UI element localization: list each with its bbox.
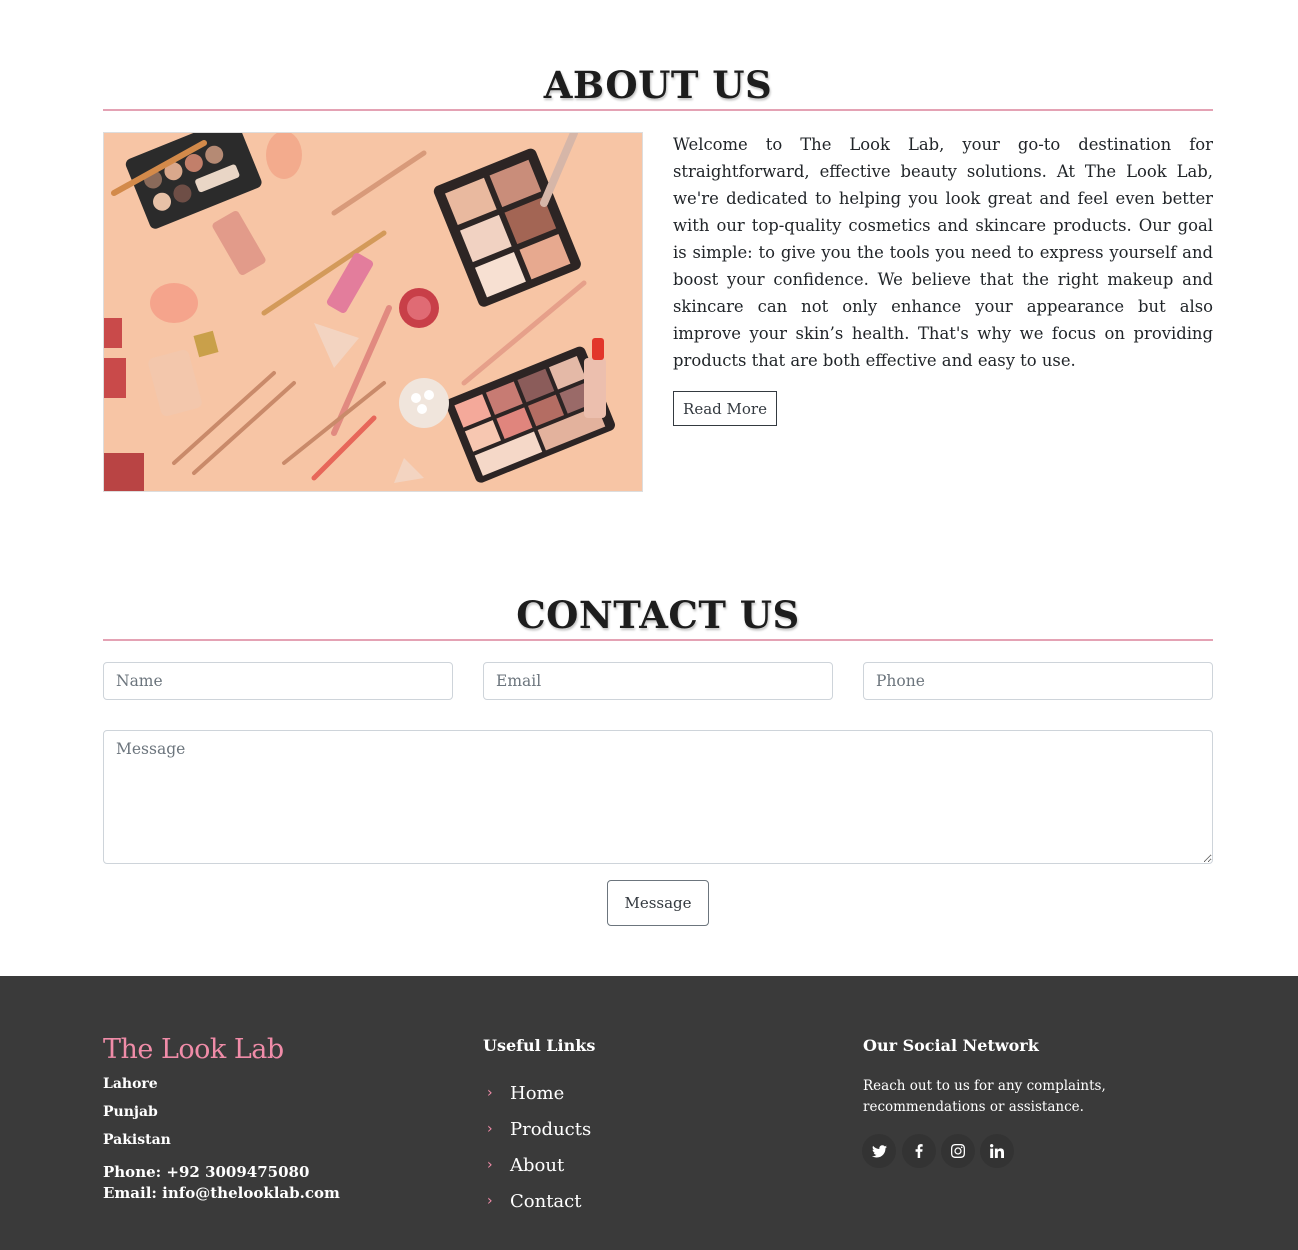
social-heading: Our Social Network xyxy=(863,1036,1039,1055)
address-city: Lahore xyxy=(103,1076,158,1092)
about-description: Welcome to The Look Lab, your go-to dest… xyxy=(673,135,1213,370)
linkedin-button[interactable] xyxy=(980,1134,1014,1168)
linkedin-icon xyxy=(990,1144,1004,1158)
chevron-right-icon: › xyxy=(487,1121,493,1137)
footer-link-about[interactable]: › About xyxy=(483,1153,564,1177)
footer: The Look Lab Lahore Punjab Pakistan Phon… xyxy=(0,976,1298,1250)
facebook-button[interactable] xyxy=(902,1134,936,1168)
footer-link-products[interactable]: › Products xyxy=(483,1117,591,1141)
facebook-icon xyxy=(915,1144,923,1158)
email-input[interactable] xyxy=(483,662,833,700)
read-more-button[interactable]: Read More xyxy=(673,391,777,426)
message-textarea[interactable] xyxy=(103,730,1213,864)
footer-email: Email: info@thelooklab.com xyxy=(103,1184,340,1202)
footer-link-label: About xyxy=(510,1154,565,1176)
footer-link-home[interactable]: › Home xyxy=(483,1081,564,1105)
chevron-right-icon: › xyxy=(487,1157,493,1173)
instagram-icon xyxy=(951,1144,965,1158)
footer-link-label: Home xyxy=(510,1082,565,1104)
about-title: ABOUT US xyxy=(103,61,1213,111)
phone-input[interactable] xyxy=(863,662,1213,700)
twitter-icon xyxy=(871,1144,887,1157)
cosmetics-image xyxy=(103,132,643,492)
contact-title: CONTACT US xyxy=(103,591,1213,641)
address-province: Punjab xyxy=(103,1104,158,1120)
footer-link-label: Products xyxy=(510,1118,592,1140)
address-country: Pakistan xyxy=(103,1132,171,1148)
twitter-button[interactable] xyxy=(862,1134,896,1168)
footer-link-contact[interactable]: › Contact xyxy=(483,1189,581,1213)
chevron-right-icon: › xyxy=(487,1085,493,1101)
chevron-right-icon: › xyxy=(487,1193,493,1209)
footer-link-label: Contact xyxy=(510,1190,582,1212)
useful-links-heading: Useful Links xyxy=(483,1036,596,1055)
footer-brand: The Look Lab xyxy=(103,1034,284,1065)
send-message-button[interactable]: Message xyxy=(607,880,709,926)
name-input[interactable] xyxy=(103,662,453,700)
social-description: Reach out to us for any complaints, reco… xyxy=(863,1078,1106,1115)
instagram-button[interactable] xyxy=(941,1134,975,1168)
footer-phone: Phone: +92 3009475080 xyxy=(103,1163,310,1181)
